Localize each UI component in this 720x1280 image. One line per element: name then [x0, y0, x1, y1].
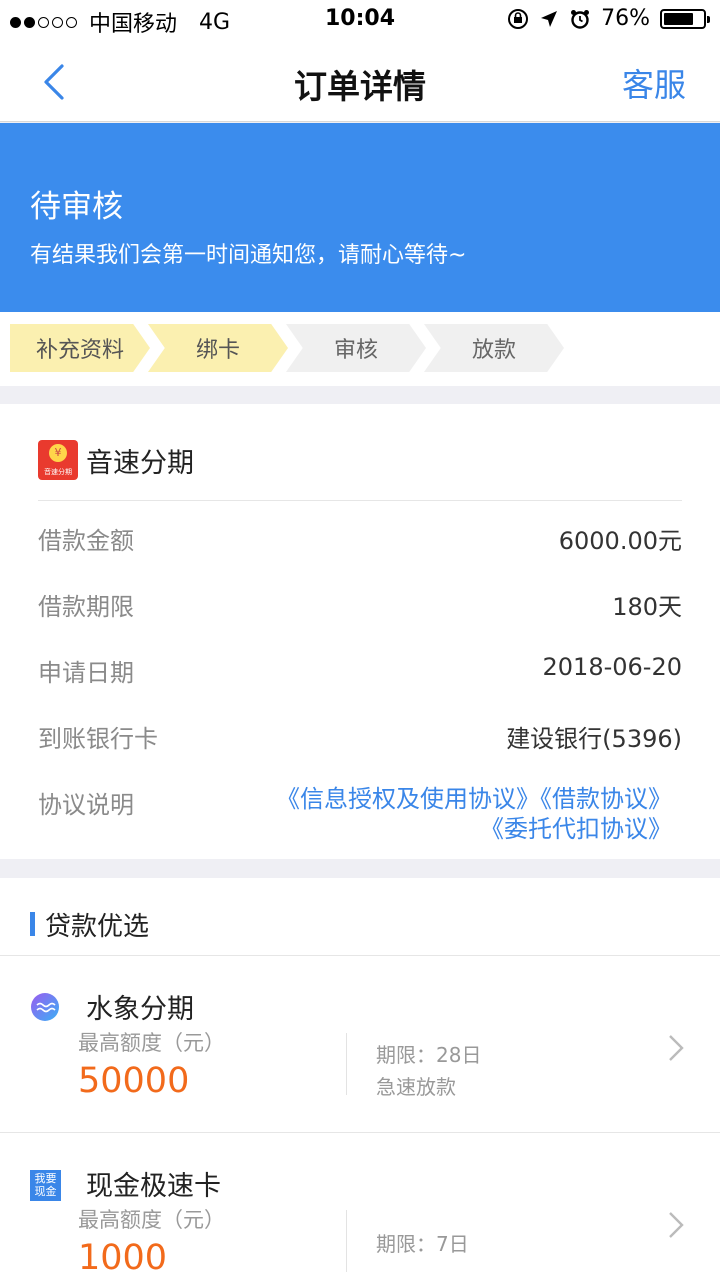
status-banner: 待审核 有结果我们会第一时间通知您，请耐心等待~	[0, 123, 720, 312]
row-loan-amount: 借款金额 6000.00元	[38, 521, 682, 561]
loan-max-value: 1000	[78, 1238, 168, 1278]
section-accent-bar	[30, 912, 35, 936]
battery-icon	[660, 8, 710, 29]
divider	[346, 1210, 347, 1272]
loan-max-label: 最高额度（元）	[78, 1208, 225, 1232]
product-logo: ¥ 音速分期	[38, 440, 78, 480]
alarm-clock-icon	[571, 9, 590, 29]
step-bind-card: 绑卡	[148, 324, 288, 372]
step-disburse: 放款	[424, 324, 564, 372]
divider	[346, 1033, 347, 1095]
location-arrow-icon	[541, 10, 558, 27]
loan-item-xianjin[interactable]: 我要 现金 现金极速卡 最高额度（元） 1000 期限：7日	[0, 1134, 720, 1280]
recommend-section: 贷款优选 水象分期 最高额度（元） 50000 期限：28日 急速放款 我要 现金…	[0, 878, 720, 1280]
row-label: 协议说明	[38, 791, 134, 819]
step-review: 审核	[286, 324, 426, 372]
row-value: 6000.00元	[558, 527, 682, 555]
loan-name: 水象分期	[86, 994, 194, 1025]
chevron-right-icon	[669, 1212, 684, 1238]
recommend-header: 贷款优选	[0, 878, 720, 956]
banner-title: 待审核	[30, 189, 123, 225]
loan-name: 现金极速卡	[86, 1171, 221, 1202]
agreement-links: 《信息授权及使用协议》《借款协议》 《委托代扣协议》	[276, 784, 672, 844]
row-label: 借款期限	[38, 593, 134, 621]
divider	[38, 500, 682, 501]
chevron-right-icon	[669, 1035, 684, 1061]
battery-percent: 76%	[601, 6, 650, 31]
order-detail-card: ¥ 音速分期 音速分期 借款金额 6000.00元 借款期限 180天 申请日期…	[0, 404, 720, 859]
row-label: 借款金额	[38, 527, 134, 555]
row-bank-card: 到账银行卡 建设银行(5396)	[38, 719, 682, 759]
row-value: 2018-06-20	[542, 653, 682, 681]
agreement-link-info-auth[interactable]: 《信息授权及使用协议》	[276, 785, 540, 813]
row-value: 建设银行(5396)	[506, 725, 682, 753]
product-logo-text: 音速分期	[44, 468, 72, 476]
customer-service-button[interactable]: 客服	[622, 60, 686, 106]
loan-term: 期限：28日	[376, 1043, 482, 1067]
banner-subtitle: 有结果我们会第一时间通知您，请耐心等待~	[30, 243, 467, 268]
wave-icon	[36, 1002, 56, 1013]
battery-fill	[664, 12, 693, 25]
row-label: 到账银行卡	[38, 725, 158, 753]
step-supplement-info: 补充资料	[10, 324, 150, 372]
loan-max-label: 最高额度（元）	[78, 1031, 225, 1055]
nav-bar: 订单详情 客服	[0, 40, 720, 122]
loan-feature: 急速放款	[376, 1075, 456, 1099]
row-apply-date: 申请日期 2018-06-20	[38, 653, 682, 693]
product-header: ¥ 音速分期 音速分期	[38, 440, 194, 480]
agreement-link-debit[interactable]: 《委托代扣协议》	[480, 815, 672, 843]
row-value: 180天	[612, 593, 682, 621]
row-loan-term: 借款期限 180天	[38, 587, 682, 627]
water-circle-icon	[31, 993, 59, 1021]
cash-square-icon: 我要 现金	[30, 1170, 61, 1201]
recommend-title: 贷款优选	[45, 912, 150, 942]
row-label: 申请日期	[38, 659, 134, 687]
status-right: 76%	[507, 6, 710, 31]
loan-max-value: 50000	[78, 1061, 190, 1101]
product-name: 音速分期	[86, 447, 194, 479]
orientation-lock-icon	[508, 8, 529, 29]
loan-term: 期限：7日	[376, 1232, 469, 1256]
yuan-coin-icon: ¥	[49, 444, 67, 462]
page-title: 订单详情	[294, 67, 426, 106]
loan-item-shuixiang[interactable]: 水象分期 最高额度（元） 50000 期限：28日 急速放款	[0, 957, 720, 1133]
agreement-link-loan[interactable]: 《借款协议》	[540, 785, 672, 813]
progress-steps: 补充资料 绑卡 审核 放款	[0, 312, 720, 386]
status-bar: 中国移动 4G 10:04 76%	[0, 0, 720, 40]
